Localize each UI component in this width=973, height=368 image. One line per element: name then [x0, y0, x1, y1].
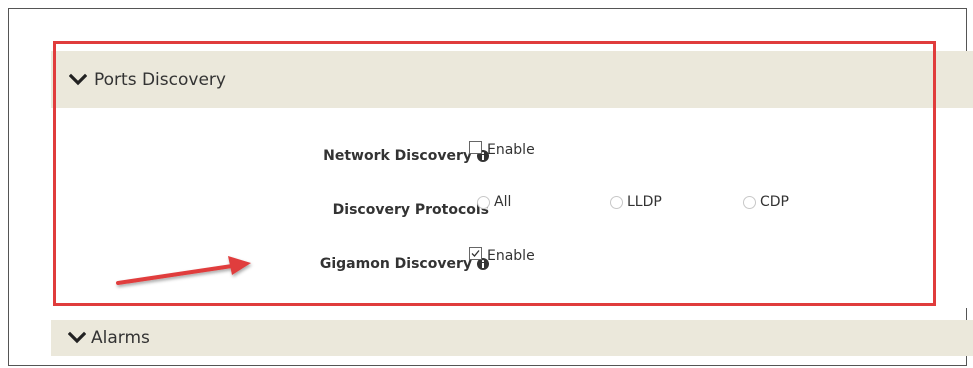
protocol-radio-lldp[interactable]: LLDP [610, 194, 662, 210]
radio-cdp-label: CDP [760, 194, 789, 210]
protocol-radio-cdp[interactable]: CDP [743, 194, 789, 210]
network-discovery-enable-checkbox[interactable]: Enable [469, 140, 535, 158]
network-discovery-label-group: Network Discovery [323, 148, 489, 164]
gigamon-discovery-label-group: Gigamon Discovery [320, 256, 489, 272]
gigamon-discovery-enable-checkbox[interactable]: Enable [469, 246, 535, 264]
alarms-title: Alarms [91, 328, 150, 348]
network-discovery-label: Network Discovery [323, 148, 472, 164]
network-discovery-checkbox-box[interactable] [469, 140, 482, 154]
ports-discovery-title: Ports Discovery [94, 69, 226, 90]
radio-all-label: All [494, 194, 512, 210]
discovery-protocols-label: Discovery Protocols [332, 202, 489, 218]
ports-discovery-header[interactable]: Ports Discovery [51, 51, 973, 108]
gigamon-discovery-checkbox-box[interactable] [469, 246, 482, 260]
checkmark-icon [471, 249, 480, 257]
radio-all-circle[interactable] [477, 195, 490, 209]
network-discovery-enable-label: Enable [487, 142, 535, 158]
gigamon-discovery-enable-label: Enable [487, 248, 535, 264]
radio-lldp-circle[interactable] [610, 195, 623, 209]
radio-lldp-label: LLDP [627, 194, 662, 210]
alarms-header[interactable]: Alarms [51, 320, 973, 356]
protocol-radio-all[interactable]: All [477, 194, 511, 210]
ports-discovery-body: Network Discovery Enable Discovery Proto… [51, 108, 973, 308]
discovery-protocols-label-group: Discovery Protocols [333, 202, 489, 218]
chevron-down-icon [69, 73, 87, 85]
gigamon-discovery-label: Gigamon Discovery [319, 256, 472, 272]
radio-cdp-circle[interactable] [743, 195, 756, 209]
chevron-down-icon [68, 331, 86, 344]
